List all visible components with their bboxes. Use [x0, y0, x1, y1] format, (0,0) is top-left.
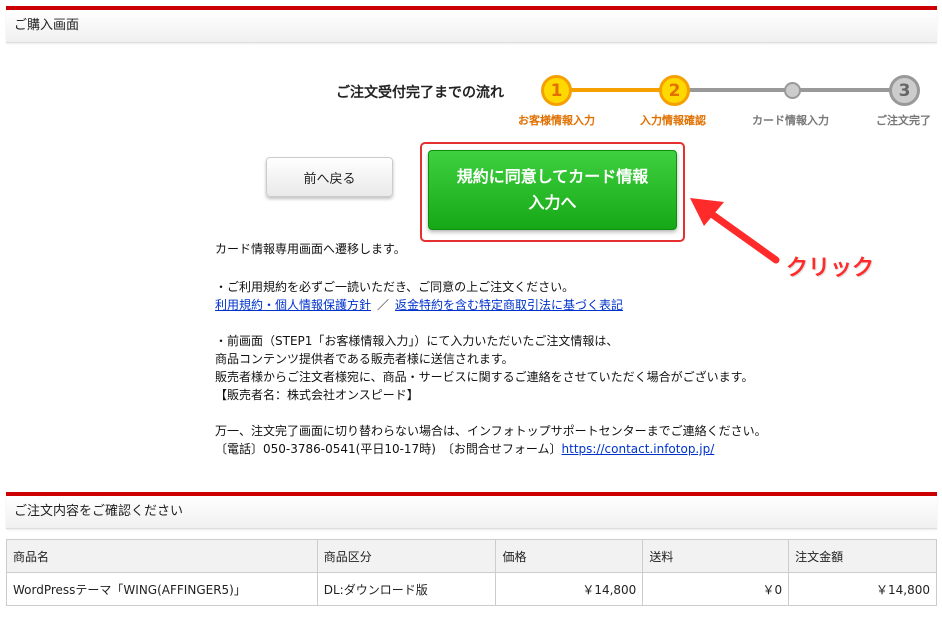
- cell-shipping: ￥0: [642, 572, 790, 606]
- seller-name: 【販売者名：株式会社オンスピード】: [215, 388, 419, 402]
- flow-title: ご注文受付完了までの流れ: [336, 85, 504, 101]
- step-2-circle: 2: [659, 75, 690, 106]
- agree-button-label-line2: 入力へ: [528, 193, 577, 212]
- step-1-label: お客様情報入力: [518, 114, 595, 127]
- info-line-3: 販売者様からご注文者様宛に、商品・サービスに関するご連絡をさせていただく場合がご…: [215, 370, 754, 384]
- col-price: 価格: [495, 539, 644, 573]
- terms-notice: ・ご利用規約を必ずご一読いただき、ご同意の上ご注文ください。: [215, 280, 575, 294]
- purchase-screen-header: ご購入画面: [6, 6, 937, 43]
- col-shipping: 送料: [642, 539, 790, 573]
- step-1-circle: 1: [541, 75, 572, 106]
- back-button-label: 前へ戻る: [303, 171, 356, 187]
- col-product-name: 商品名: [6, 539, 318, 573]
- cell-total: ￥14,800: [788, 572, 937, 606]
- back-button[interactable]: 前へ戻る: [266, 157, 393, 197]
- agree-and-enter-card-button[interactable]: 規約に同意してカード情報 入力へ: [428, 150, 677, 230]
- agree-button-label-line1: 規約に同意してカード情報: [456, 167, 649, 186]
- col-product-type: 商品区分: [316, 539, 497, 573]
- cell-product-name: WordPressテーマ「WING(AFFINGER5)」: [6, 572, 318, 606]
- cell-product-type: DL:ダウンロード版: [316, 572, 497, 606]
- contact-line: 〔電話〕050-3786-0541(平日10-17時) 〔お問合せフォーム〕ht…: [215, 440, 714, 458]
- phone-info: 〔電話〕050-3786-0541(平日10-17時) 〔お問合せフォーム〕: [215, 442, 562, 456]
- order-confirm-header: ご注文内容をご確認ください: [6, 492, 937, 529]
- transition-notice: カード情報専用画面へ遷移します。: [215, 242, 406, 256]
- terms-links: 利用規約・個人情報保護方針 ／ 返金特約を含む特定商取引法に基づく表記: [215, 296, 623, 314]
- click-annotation: クリック: [786, 256, 875, 281]
- info-line-1: ・前画面（STEP1「お客様情報入力」）にて入力いただいたご注文情報は、: [215, 334, 619, 348]
- order-table: 商品名 商品区分 価格 送料 注文金額 WordPressテーマ「WING(AF…: [6, 539, 937, 606]
- link-separator: ／: [377, 298, 390, 312]
- table-header-row: 商品名 商品区分 価格 送料 注文金額: [6, 539, 937, 573]
- arrow-icon: [690, 198, 780, 264]
- table-row: WordPressテーマ「WING(AFFINGER5)」 DL:ダウンロード版…: [6, 572, 937, 606]
- contact-form-link[interactable]: https://contact.infotop.jp/: [562, 442, 715, 456]
- info-line-2: 商品コンテンツ提供者である販売者様に送信されます。: [215, 352, 514, 366]
- purchase-screen-title: ご購入画面: [14, 18, 80, 33]
- terms-privacy-link[interactable]: 利用規約・個人情報保護方針: [215, 298, 371, 312]
- step-2-label: 入力情報確認: [640, 114, 706, 127]
- step-card-circle: [784, 82, 801, 99]
- order-confirm-title: ご注文内容をご確認ください: [14, 504, 184, 519]
- step-3-circle: 3: [889, 75, 920, 106]
- support-notice: 万一、注文完了画面に切り替わらない場合は、インフォトップサポートセンターまでご連…: [215, 424, 767, 438]
- step-connector-1: [556, 88, 674, 92]
- step-card-label: カード情報入力: [752, 114, 829, 127]
- step-connector-2: [674, 88, 792, 92]
- refund-law-link[interactable]: 返金特約を含む特定商取引法に基づく表記: [395, 298, 623, 312]
- cell-price: ￥14,800: [495, 572, 644, 606]
- step-3-label: ご注文完了: [876, 114, 931, 127]
- step-connector-3: [792, 88, 904, 92]
- col-total: 注文金額: [788, 539, 937, 573]
